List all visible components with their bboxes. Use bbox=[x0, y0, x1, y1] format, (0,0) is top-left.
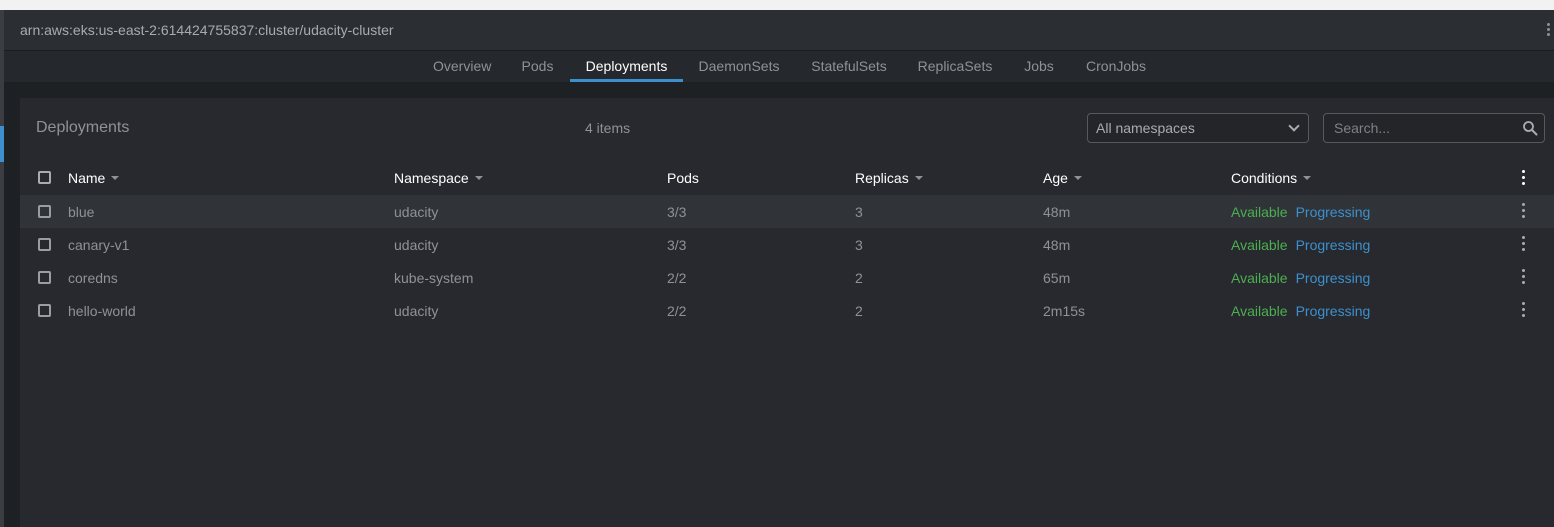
cell-name: blue bbox=[68, 203, 95, 220]
row-menu-icon[interactable] bbox=[1521, 203, 1527, 219]
condition-available: Available bbox=[1231, 269, 1288, 286]
cell-name: coredns bbox=[68, 269, 118, 286]
cell-pods: 2/2 bbox=[667, 302, 687, 319]
condition-available: Available bbox=[1231, 236, 1288, 253]
cell-replicas: 2 bbox=[855, 302, 863, 319]
chevron-down-icon bbox=[1288, 120, 1300, 132]
cell-pods: 3/3 bbox=[667, 203, 687, 220]
table-header: Name Namespace Pods Replicas Age Conditi… bbox=[20, 161, 1554, 195]
column-header-label: Conditions bbox=[1231, 170, 1298, 186]
tab-overview[interactable]: Overview bbox=[433, 51, 491, 82]
column-header-replicas[interactable]: Replicas bbox=[855, 161, 923, 195]
row-menu-icon[interactable] bbox=[1521, 236, 1527, 252]
column-header-pods: Pods bbox=[667, 161, 699, 195]
column-header-namespace[interactable]: Namespace bbox=[394, 161, 483, 195]
row-checkbox[interactable] bbox=[38, 238, 51, 251]
cell-age: 65m bbox=[1043, 269, 1071, 286]
table-row[interactable]: canary-v1 udacity 3/3 3 48m Available Pr… bbox=[20, 228, 1554, 261]
column-header-label: Name bbox=[68, 170, 106, 186]
cell-pods: 2/2 bbox=[667, 269, 687, 286]
sort-arrow-icon bbox=[914, 176, 923, 180]
panel-header: Deployments 4 items All namespaces bbox=[20, 98, 1554, 158]
tab-statefulsets[interactable]: StatefulSets bbox=[810, 51, 888, 82]
cell-replicas: 3 bbox=[855, 236, 863, 253]
tab-deployments[interactable]: Deployments bbox=[570, 51, 683, 82]
table-row[interactable]: blue udacity 3/3 3 48m Available Progres… bbox=[20, 195, 1554, 228]
sort-arrow-icon bbox=[474, 176, 483, 180]
table-row[interactable]: coredns kube-system 2/2 2 65m Available … bbox=[20, 261, 1554, 294]
column-header-label: Namespace bbox=[394, 170, 469, 186]
cell-conditions: Available Progressing bbox=[1231, 228, 1370, 261]
tab-jobs[interactable]: Jobs bbox=[1022, 51, 1056, 82]
namespace-select[interactable]: All namespaces bbox=[1087, 113, 1309, 143]
cell-replicas: 3 bbox=[855, 203, 863, 220]
cell-replicas: 2 bbox=[855, 269, 863, 286]
cell-namespace: udacity bbox=[394, 203, 439, 220]
tab-bar: Overview Pods Deployments DaemonSets Sta… bbox=[4, 51, 1554, 82]
condition-progressing: Progressing bbox=[1295, 302, 1371, 319]
cell-pods: 3/3 bbox=[667, 236, 687, 253]
top-strip bbox=[0, 0, 1554, 10]
cell-namespace: kube-system bbox=[394, 269, 474, 286]
column-header-name[interactable]: Name bbox=[68, 161, 120, 195]
tab-pods[interactable]: Pods bbox=[520, 51, 555, 82]
cell-conditions: Available Progressing bbox=[1231, 294, 1370, 327]
tab-cronjobs[interactable]: CronJobs bbox=[1085, 51, 1147, 82]
cell-age: 48m bbox=[1043, 236, 1071, 253]
tab-replicasets[interactable]: ReplicaSets bbox=[917, 51, 993, 82]
row-menu-icon[interactable] bbox=[1521, 302, 1527, 318]
condition-progressing: Progressing bbox=[1295, 203, 1371, 220]
row-checkbox[interactable] bbox=[38, 304, 51, 317]
cell-namespace: udacity bbox=[394, 236, 439, 253]
condition-progressing: Progressing bbox=[1295, 236, 1371, 253]
deployments-panel: Deployments 4 items All namespaces Name … bbox=[20, 98, 1554, 527]
cell-namespace: udacity bbox=[394, 302, 439, 319]
column-header-label: Replicas bbox=[855, 170, 909, 186]
row-checkbox[interactable] bbox=[38, 205, 51, 218]
page-title: Deployments bbox=[36, 119, 130, 136]
column-header-conditions[interactable]: Conditions bbox=[1231, 161, 1312, 195]
row-checkbox[interactable] bbox=[38, 271, 51, 284]
sidebar-active-indicator bbox=[0, 126, 4, 162]
sort-arrow-icon bbox=[111, 176, 120, 180]
sort-arrow-icon bbox=[1073, 176, 1082, 180]
search-icon[interactable] bbox=[1522, 120, 1538, 136]
namespace-select-value: All namespaces bbox=[1096, 120, 1195, 136]
tab-daemonsets[interactable]: DaemonSets bbox=[698, 51, 780, 82]
deployments-table: Name Namespace Pods Replicas Age Conditi… bbox=[20, 161, 1554, 327]
column-header-label: Age bbox=[1043, 170, 1068, 186]
select-all-checkbox[interactable] bbox=[38, 171, 51, 184]
row-menu-icon[interactable] bbox=[1521, 269, 1527, 285]
column-header-age[interactable]: Age bbox=[1043, 161, 1082, 195]
column-header-label: Pods bbox=[667, 170, 699, 186]
cell-name: hello-world bbox=[68, 302, 136, 319]
condition-available: Available bbox=[1231, 302, 1288, 319]
search-input[interactable] bbox=[1324, 114, 1514, 142]
left-sidebar-edge bbox=[0, 10, 4, 527]
cluster-menu-icon[interactable] bbox=[1544, 20, 1554, 40]
cell-conditions: Available Progressing bbox=[1231, 261, 1370, 294]
items-count: 4 items bbox=[585, 120, 631, 136]
cluster-title: arn:aws:eks:us-east-2:614424755837:clust… bbox=[20, 22, 394, 38]
cell-conditions: Available Progressing bbox=[1231, 195, 1370, 228]
condition-progressing: Progressing bbox=[1295, 269, 1371, 286]
cluster-header: arn:aws:eks:us-east-2:614424755837:clust… bbox=[4, 10, 1554, 51]
cell-age: 2m15s bbox=[1043, 302, 1086, 319]
condition-available: Available bbox=[1231, 203, 1288, 220]
cell-age: 48m bbox=[1043, 203, 1071, 220]
cell-name: canary-v1 bbox=[68, 236, 130, 253]
search-box bbox=[1323, 113, 1545, 143]
column-menu-icon[interactable] bbox=[1521, 170, 1527, 186]
sort-arrow-icon bbox=[1303, 176, 1312, 180]
table-row[interactable]: hello-world udacity 2/2 2 2m15s Availabl… bbox=[20, 294, 1554, 327]
